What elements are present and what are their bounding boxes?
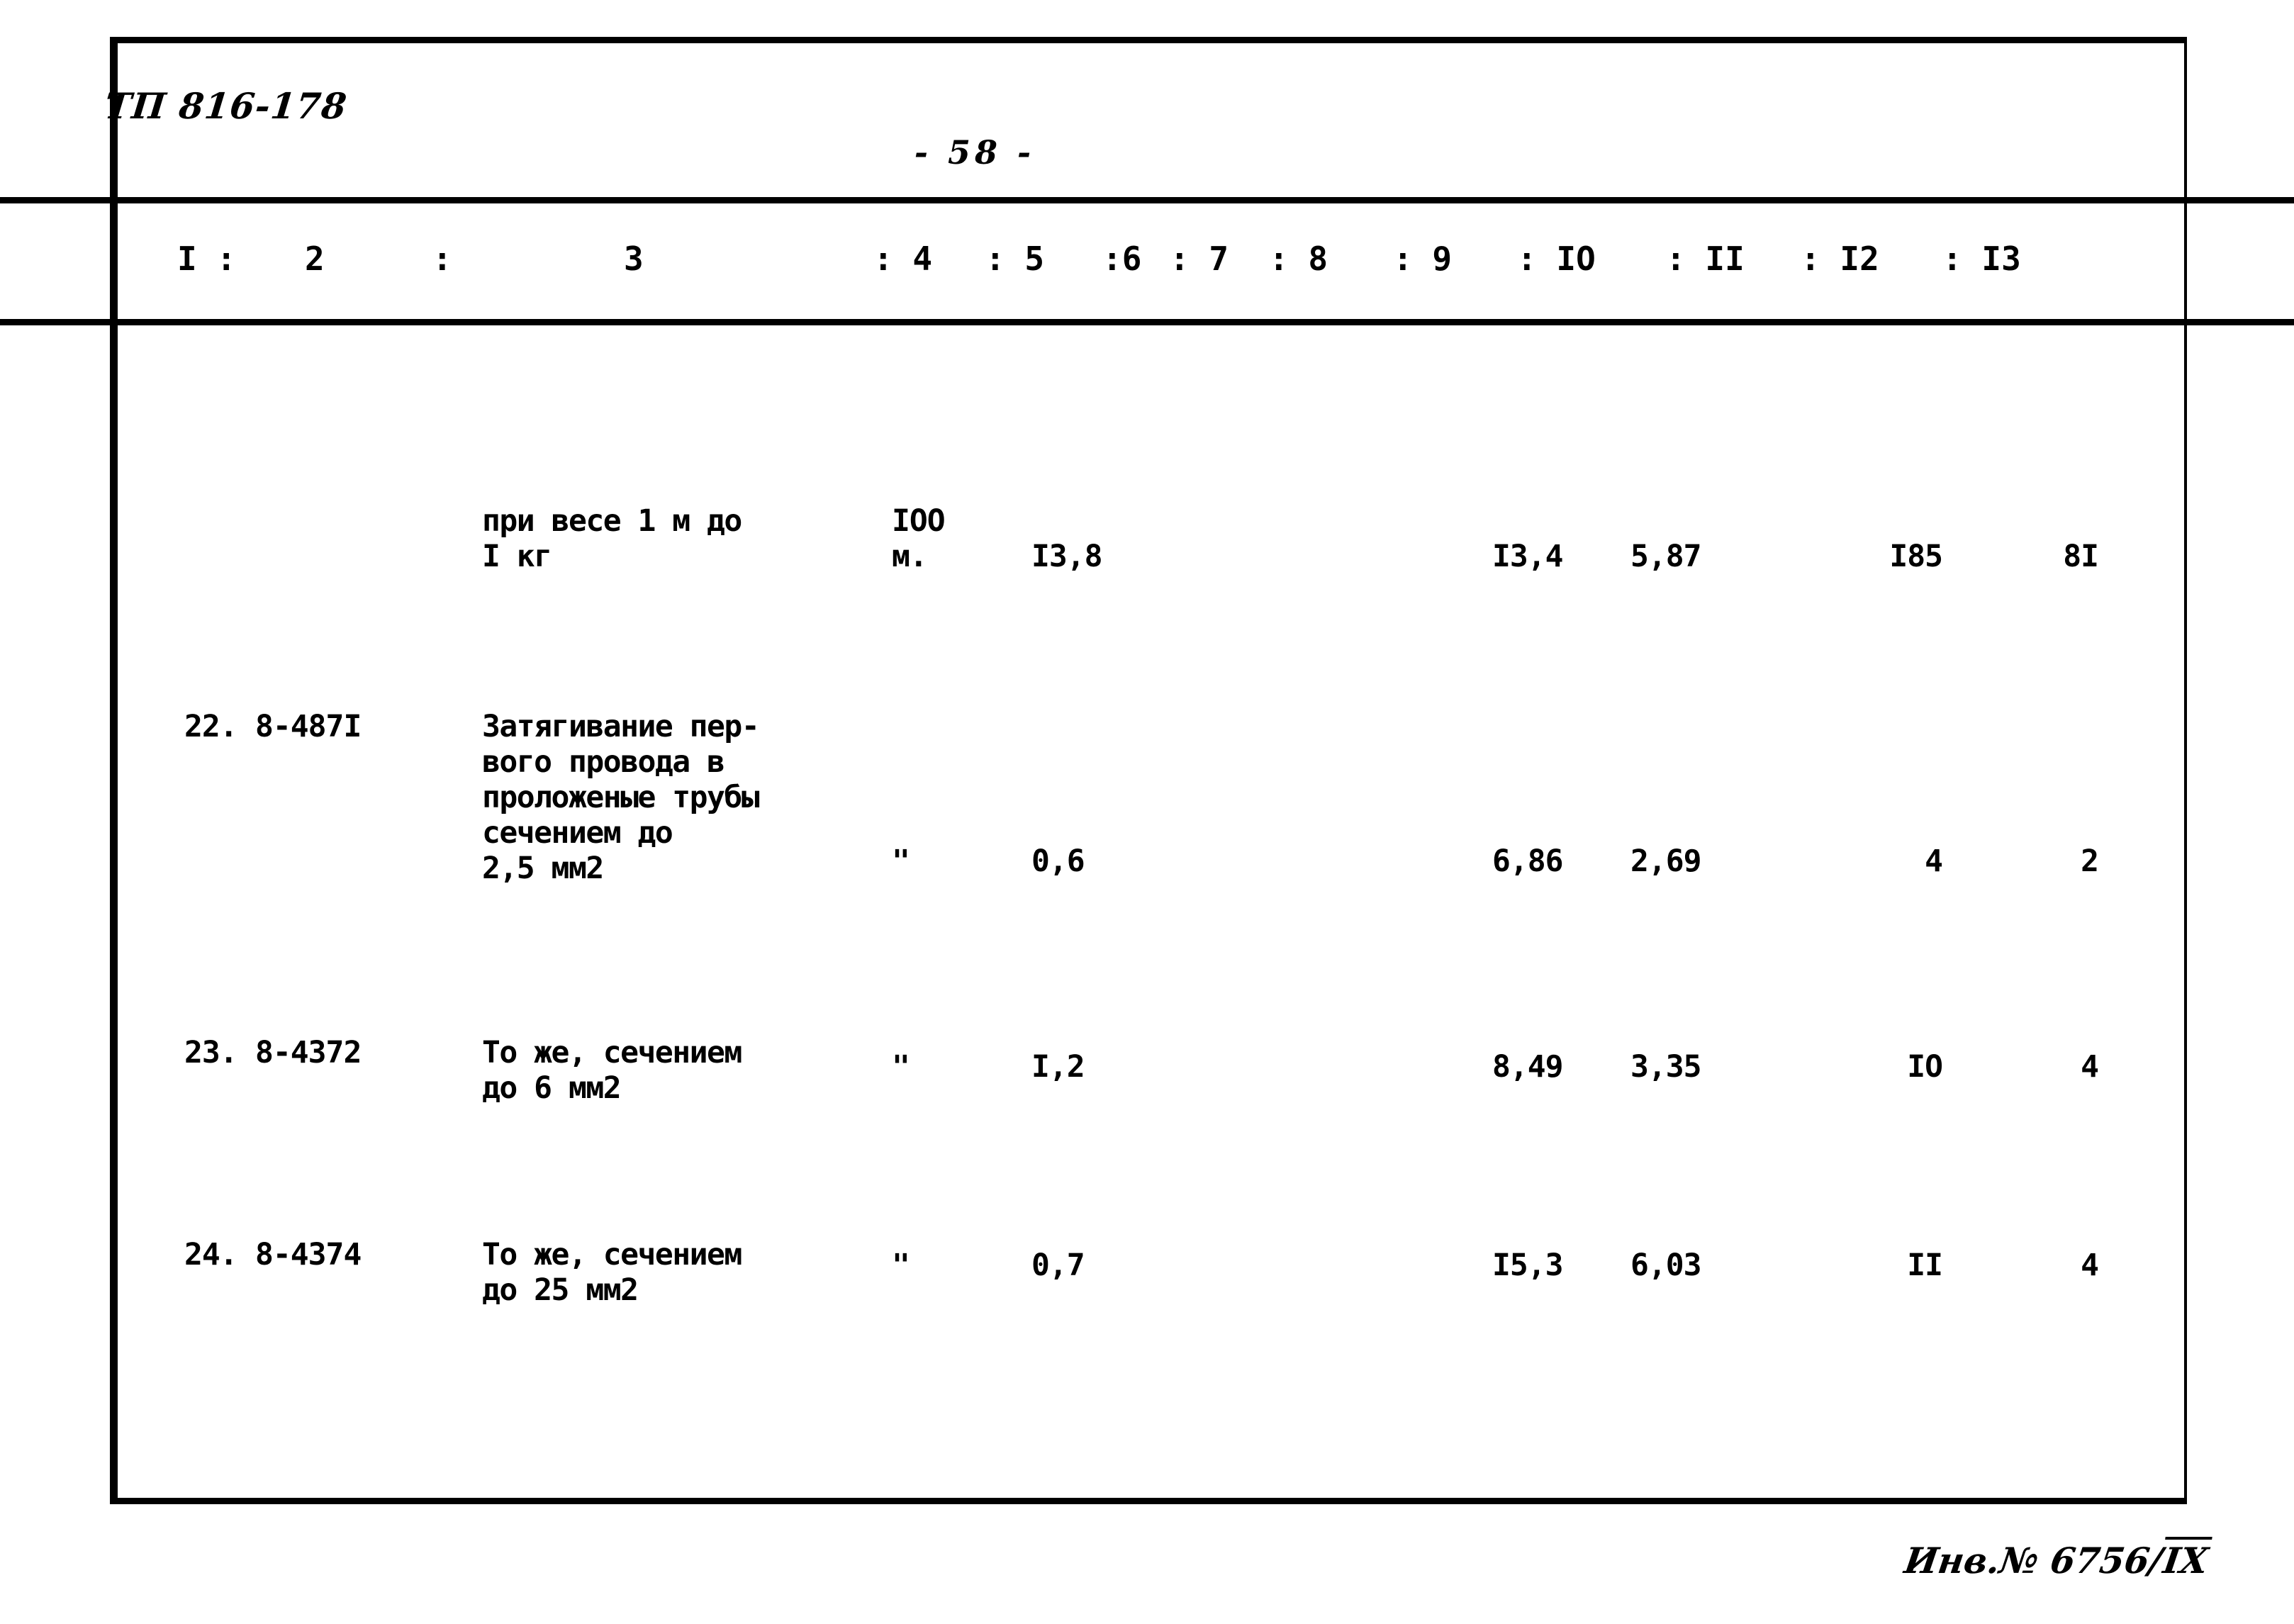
column-header-10: : 9 [1393,240,1453,278]
cell-unit: IOO м. [892,503,946,574]
cell-norm-code: 8-4374 [255,1237,362,1272]
column-header-6: : 5 [985,240,1045,278]
column-header-4: 3 [624,240,644,278]
document-code: ТП 816-178 [102,85,349,127]
column-header-14: : I3 [1942,240,2021,278]
column-header-3: : [432,240,452,278]
cell-value-9: I5,3 [1492,1248,1564,1283]
cell-item-number: 23. [184,1035,238,1070]
column-header-12: : II [1666,240,1745,278]
cell-description: То же, сечением до 6 мм2 [482,1035,742,1106]
cell-value-5: 0,6 [1031,844,1085,879]
column-header-7: :6 [1102,240,1142,278]
column-header-1: I : [177,240,237,278]
cell-item-number: 24. [184,1237,238,1272]
cell-unit: " [892,1049,910,1085]
cell-description: при весе 1 м до I кг [482,503,742,574]
cell-value-13: 4 [2081,1049,2099,1085]
cell-value-13: 8I [2063,539,2099,574]
cell-value-9: 6,86 [1492,844,1564,879]
column-header-5: : 4 [873,240,933,278]
cell-value-10: 6,03 [1630,1248,1702,1283]
cell-value-10: 2,69 [1630,844,1702,879]
inventory-number: Инв.№ 6756/IX [1901,1537,2212,1581]
column-header-9: : 8 [1269,240,1328,278]
column-header-2: 2 [305,240,325,278]
inventory-number-roman: IX [2159,1537,2212,1581]
cell-unit: " [892,844,910,879]
cell-item-number: 22. [184,709,238,744]
cell-description: То же, сечением до 25 мм2 [482,1237,742,1308]
cell-value-5: 0,7 [1031,1248,1085,1283]
cell-description: Затягивание пер- вого провода в проложен… [482,709,760,886]
column-header-11: : IO [1517,240,1596,278]
table-column-header-row: I : 2: 3 : 4 : 5 :6 : 7 : 8 : 9 : IO : II : I2 : I3 [0,213,2294,312]
cell-value-10: 5,87 [1630,539,1702,574]
cell-unit: " [892,1248,910,1283]
cell-value-13: 4 [2081,1248,2099,1283]
page-number: - 58 - [914,133,1036,172]
cell-value-5: I,2 [1031,1049,1085,1085]
cell-norm-code: 8-4372 [255,1035,362,1070]
table-top-rule [0,197,2294,203]
column-header-13: : I2 [1801,240,1879,278]
inventory-number-prefix: Инв.№ 6756/ [1901,1540,2165,1581]
cell-value-13: 2 [2081,844,2099,879]
cell-value-10: 3,35 [1630,1049,1702,1085]
cell-value-9: I3,4 [1492,539,1564,574]
column-header-8: : 7 [1170,240,1229,278]
cell-value-9: 8,49 [1492,1049,1564,1085]
table-header-bottom-rule [0,319,2294,325]
table-body: при весе 1 м до I кг IOO м. I3,8 I3,4 5,87 I8… [0,326,2294,1624]
cell-value-5: I3,8 [1031,539,1103,574]
cell-norm-code: 8-487I [255,709,362,744]
